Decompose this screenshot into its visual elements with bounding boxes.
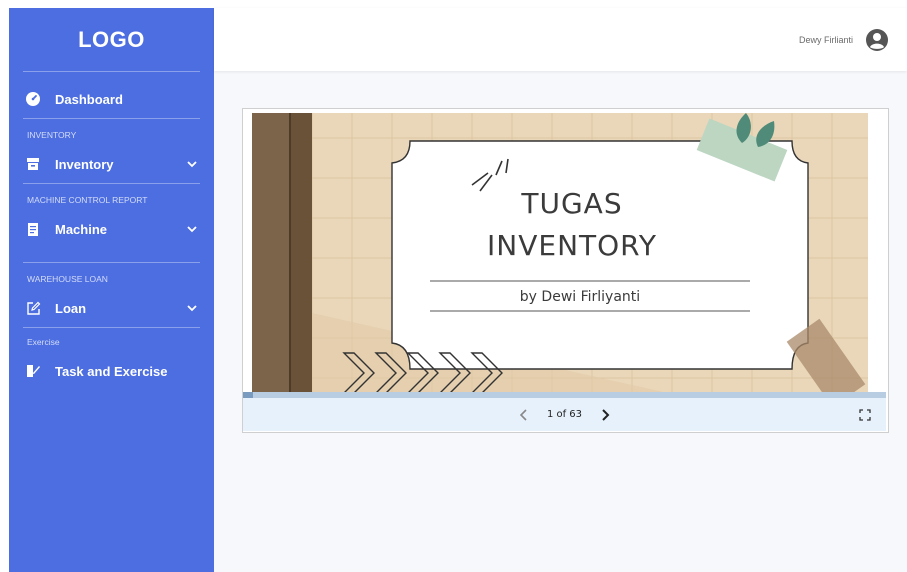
section-title-warehouse-loan: WAREHOUSE LOAN bbox=[27, 274, 108, 284]
sidebar-item-label: Inventory bbox=[55, 156, 114, 172]
sidebar-item-loan[interactable]: Loan bbox=[9, 289, 214, 327]
slide-title-line2: INVENTORY bbox=[487, 229, 657, 262]
sidebar: LOGO Dashboard INVENTORY Inventory MACHI… bbox=[9, 8, 214, 572]
presentation-viewer: TUGAS INVENTORY by Dewi Firliyanti 1 of … bbox=[242, 108, 889, 433]
app-frame: LOGO Dashboard INVENTORY Inventory MACHI… bbox=[9, 8, 907, 572]
book-pen-icon bbox=[25, 363, 41, 379]
user-menu[interactable]: Dewy Firlianti bbox=[799, 28, 889, 52]
sidebar-item-label: Machine bbox=[55, 221, 108, 237]
slide-subtitle: by Dewi Firliyanti bbox=[519, 289, 641, 305]
sidebar-item-label: Loan bbox=[55, 300, 87, 316]
slide[interactable]: TUGAS INVENTORY by Dewi Firliyanti bbox=[252, 113, 868, 394]
logo[interactable]: LOGO bbox=[23, 8, 200, 72]
sidebar-item-dashboard[interactable]: Dashboard bbox=[9, 80, 214, 118]
document-icon bbox=[25, 221, 41, 237]
archive-box-icon bbox=[25, 156, 41, 172]
section-title-machine-control-report: MACHINE CONTROL REPORT bbox=[27, 195, 148, 205]
top-bar: Dewy Firlianti bbox=[214, 8, 907, 71]
user-circle-icon[interactable] bbox=[865, 28, 889, 52]
sidebar-item-label: Task and Exercise bbox=[55, 363, 168, 379]
chevron-down-icon[interactable] bbox=[186, 158, 198, 170]
speedometer-icon bbox=[25, 91, 41, 107]
chevron-down-icon[interactable] bbox=[186, 302, 198, 314]
user-name: Dewy Firlianti bbox=[798, 35, 853, 45]
next-page-icon[interactable] bbox=[596, 406, 614, 424]
sidebar-item-label: Dashboard bbox=[55, 91, 123, 107]
sidebar-item-machine[interactable]: Machine bbox=[9, 210, 214, 248]
prev-page-icon[interactable] bbox=[515, 406, 533, 424]
sidebar-item-inventory[interactable]: Inventory bbox=[9, 145, 214, 183]
section-title-exercise: Exercise bbox=[27, 337, 60, 347]
edit-square-icon bbox=[25, 300, 41, 316]
viewer-controls: 1 of 63 bbox=[243, 398, 886, 431]
slide-title-line1: TUGAS bbox=[521, 187, 623, 220]
sidebar-item-task-and-exercise[interactable]: Task and Exercise bbox=[9, 352, 214, 390]
chevron-down-icon[interactable] bbox=[186, 223, 198, 235]
fullscreen-icon[interactable] bbox=[856, 406, 874, 424]
section-title-inventory: INVENTORY bbox=[27, 130, 77, 140]
page-indicator: 1 of 63 bbox=[546, 409, 583, 420]
